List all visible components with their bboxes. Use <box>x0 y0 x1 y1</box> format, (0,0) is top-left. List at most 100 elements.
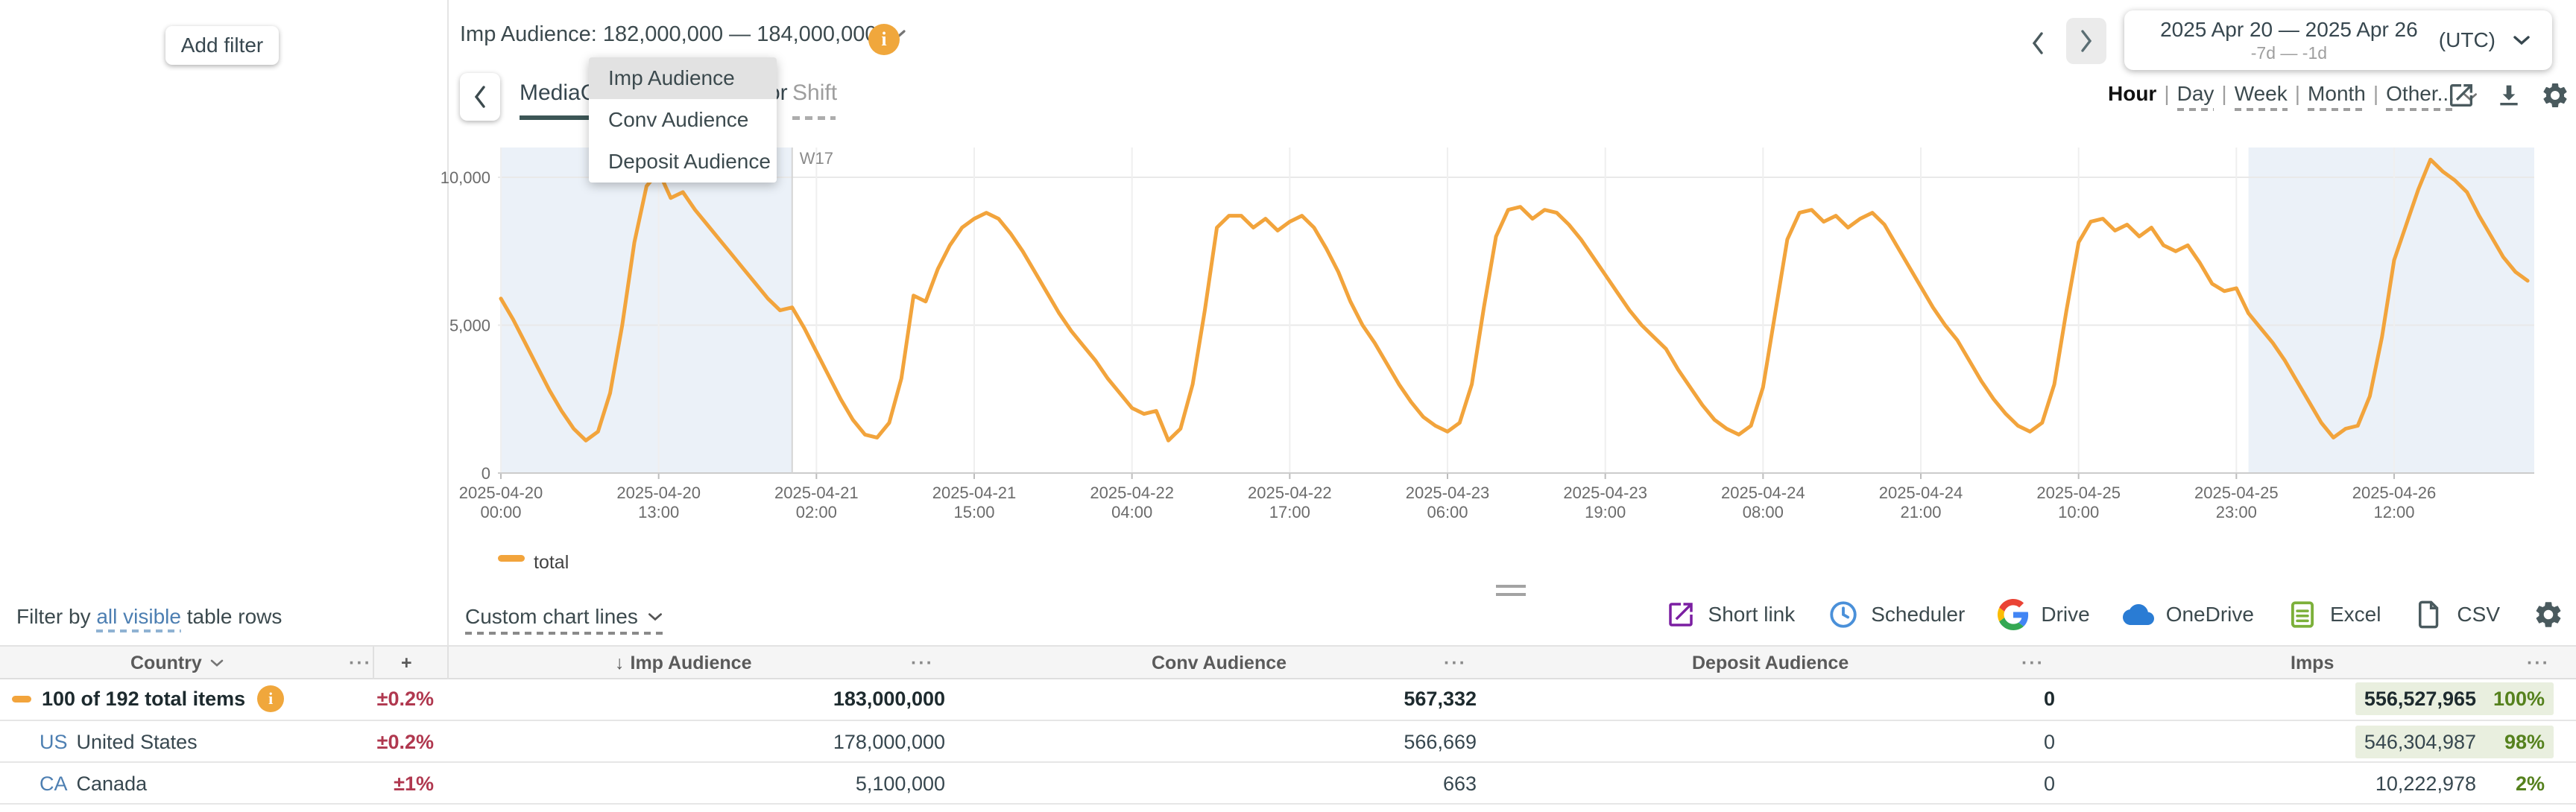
imp-audience-value: 178,000,000 <box>671 721 945 763</box>
svg-text:2025-04-2421:00: 2025-04-2421:00 <box>1879 483 1963 521</box>
table-settings-button[interactable] <box>2533 599 2564 630</box>
svg-text:5,000: 5,000 <box>449 317 490 335</box>
svg-text:2025-04-2000:00: 2025-04-2000:00 <box>459 483 543 521</box>
svg-text:2025-04-2510:00: 2025-04-2510:00 <box>2036 483 2121 521</box>
imp-audience-header-label: Imp Audience <box>631 653 752 674</box>
filter-by-rows: Filter by all visible table rows <box>16 605 282 629</box>
totals-info-icon[interactable]: i <box>257 685 284 712</box>
column-header-conv-audience[interactable]: Conv Audience <box>1152 647 1287 679</box>
chevron-down-icon <box>209 658 224 668</box>
legend-total-label: total <box>534 552 569 573</box>
export-toolbar: Short link Scheduler Drive OneDrive Exce… <box>1665 599 2564 630</box>
traffic-line-chart[interactable]: 0 5,000 10,000 2025-04-2000:00 2025-04-2013:… <box>0 0 2576 596</box>
error-margin: ±0.2% <box>313 678 434 720</box>
country-code-link[interactable]: CA <box>40 773 68 796</box>
svg-text:2025-04-2115:00: 2025-04-2115:00 <box>932 483 1017 521</box>
imps-cell: 546,304,987 98% <box>2355 721 2554 763</box>
imps-column-menu-icon[interactable]: ··· <box>2527 647 2550 679</box>
imps-value: 556,527,965 <box>2364 688 2476 711</box>
svg-text:W17: W17 <box>800 149 833 168</box>
svg-text:2025-04-2102:00: 2025-04-2102:00 <box>774 483 859 521</box>
deposit-column-menu-icon[interactable]: ··· <box>2021 647 2045 679</box>
menu-item-imp-audience[interactable]: Imp Audience <box>589 57 777 99</box>
svg-text:2025-04-2319:00: 2025-04-2319:00 <box>1563 483 1647 521</box>
add-column-button[interactable]: + <box>401 647 412 679</box>
csv-file-icon <box>2414 599 2445 630</box>
country-cell: CA Canada <box>40 763 147 805</box>
totals-cell: 100 of 192 total items i <box>12 678 284 720</box>
total-line-swatch <box>12 696 31 702</box>
imps-cell: 10,222,978 2% <box>2367 763 2554 805</box>
column-divider <box>373 647 374 679</box>
short-link-label: Short link <box>1708 603 1796 627</box>
drive-label: Drive <box>2041 603 2089 627</box>
menu-item-deposit-audience[interactable]: Deposit Audience <box>589 141 777 183</box>
column-header-country[interactable]: Country <box>130 647 224 679</box>
imps-percent: 100% <box>2476 688 2545 711</box>
google-drive-button[interactable]: Drive <box>1998 599 2089 630</box>
csv-export-button[interactable]: CSV <box>2414 599 2500 630</box>
filter-by-prefix: Filter by <box>16 605 91 628</box>
imps-value: 10,222,978 <box>2375 773 2476 796</box>
clock-icon <box>1828 599 1859 630</box>
conv-audience-value: 566,669 <box>1193 721 1477 763</box>
country-cell: US United States <box>40 721 198 763</box>
table-header: Country ··· + ↓ Imp Audience ··· Conv Au… <box>0 645 2576 679</box>
excel-export-button[interactable]: Excel <box>2287 599 2381 630</box>
svg-text:2025-04-2204:00: 2025-04-2204:00 <box>1090 483 1174 521</box>
imp-audience-value: 183,000,000 <box>671 678 945 720</box>
menu-item-conv-audience[interactable]: Conv Audience <box>589 99 777 141</box>
sort-desc-icon: ↓ <box>615 653 625 674</box>
deposit-audience-value: 0 <box>1789 763 2055 805</box>
scheduler-button[interactable]: Scheduler <box>1828 599 1965 630</box>
country-header-label: Country <box>130 653 202 674</box>
csv-label: CSV <box>2457 603 2500 627</box>
svg-text:2025-04-2306:00: 2025-04-2306:00 <box>1406 483 1490 521</box>
legend-total-swatch <box>498 555 525 562</box>
column-header-imp-audience[interactable]: ↓ Imp Audience <box>615 647 752 679</box>
imps-percent: 98% <box>2476 731 2545 754</box>
table-row-ca[interactable]: CA Canada ±1% 5,100,000 663 0 10,222,978… <box>0 763 2576 805</box>
svg-text:2025-04-2217:00: 2025-04-2217:00 <box>1248 483 1332 521</box>
imp-column-menu-icon[interactable]: ··· <box>911 647 934 679</box>
column-header-imps[interactable]: Imps <box>2291 647 2334 679</box>
filter-by-suffix: table rows <box>187 605 282 628</box>
country-code-link[interactable]: US <box>40 731 68 754</box>
metric-dropdown-menu: Imp Audience Conv Audience Deposit Audie… <box>589 57 777 183</box>
svg-text:10,000: 10,000 <box>441 168 490 187</box>
country-column-menu-icon[interactable]: ··· <box>349 647 372 679</box>
error-margin: ±1% <box>313 763 434 805</box>
row-divider <box>0 803 2576 805</box>
deposit-audience-value: 0 <box>1789 678 2055 720</box>
chevron-down-icon <box>647 611 663 623</box>
google-drive-icon <box>1998 599 2029 630</box>
onedrive-button[interactable]: OneDrive <box>2123 599 2254 630</box>
table-row-totals[interactable]: 100 of 192 total items i ±0.2% 183,000,0… <box>0 678 2576 720</box>
column-divider <box>447 647 449 679</box>
svg-text:2025-04-2408:00: 2025-04-2408:00 <box>1721 483 1805 521</box>
imps-value: 546,304,987 <box>2364 731 2476 754</box>
error-margin: ±0.2% <box>313 721 434 763</box>
svg-text:2025-04-2612:00: 2025-04-2612:00 <box>2352 483 2437 521</box>
imps-percent: 2% <box>2476 773 2545 796</box>
gear-icon <box>2533 599 2564 630</box>
dashboard: 0 5,000 10,000 2025-04-2000:00 2025-04-2013:… <box>0 0 2576 812</box>
onedrive-label: OneDrive <box>2166 603 2254 627</box>
column-header-deposit-audience[interactable]: Deposit Audience <box>1692 647 1849 679</box>
imps-cell: 556,527,965 100% <box>2355 678 2554 720</box>
imp-audience-value: 5,100,000 <box>671 763 945 805</box>
short-link-button[interactable]: Short link <box>1665 599 1796 630</box>
conv-column-menu-icon[interactable]: ··· <box>1444 647 1467 679</box>
external-link-icon <box>1665 599 1696 630</box>
table-row-us[interactable]: US United States ±0.2% 178,000,000 566,6… <box>0 721 2576 763</box>
conv-audience-value: 567,332 <box>1193 678 1477 720</box>
svg-text:2025-04-2013:00: 2025-04-2013:00 <box>616 483 701 521</box>
custom-chart-lines-dropdown[interactable]: Custom chart lines <box>465 605 663 635</box>
custom-chart-lines-label: Custom chart lines <box>465 605 638 629</box>
all-visible-link[interactable]: all visible <box>96 605 181 632</box>
svg-text:0: 0 <box>482 464 490 483</box>
excel-sheet-icon <box>2287 599 2318 630</box>
totals-label: 100 of 192 total items <box>42 688 245 711</box>
conv-audience-value: 663 <box>1193 763 1477 805</box>
scheduler-label: Scheduler <box>1871 603 1965 627</box>
